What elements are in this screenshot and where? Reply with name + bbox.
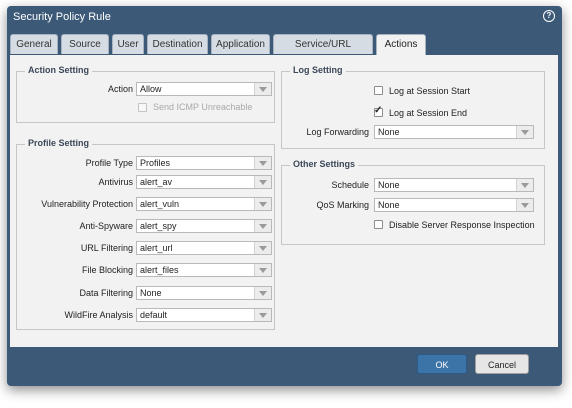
anti-spyware-select[interactable]: alert_spy [136, 219, 272, 233]
profile-type-select[interactable]: Profiles [136, 156, 272, 170]
qos-marking-label: QoS Marking [316, 200, 369, 210]
file-blocking-value: alert_files [140, 265, 179, 275]
schedule-select[interactable]: None [374, 178, 534, 192]
url-filtering-select[interactable]: alert_url [136, 241, 272, 255]
chevron-down-icon[interactable] [254, 83, 271, 95]
qos-marking-select[interactable]: None [374, 198, 534, 212]
log-session-end-label: Log at Session End [389, 108, 468, 118]
checkmark-icon: ✓ [374, 105, 383, 116]
chevron-down-icon[interactable] [254, 309, 271, 321]
log-session-end-checkbox[interactable]: ✓ [374, 105, 383, 117]
chevron-down-icon[interactable] [516, 199, 533, 211]
log-forwarding-label: Log Forwarding [306, 127, 369, 137]
tab-service-url-category[interactable]: Service/URL Category [273, 34, 373, 70]
qos-marking-value: None [378, 200, 400, 210]
antivirus-label: Antivirus [98, 177, 133, 187]
data-filtering-value: None [140, 288, 162, 298]
tab-general[interactable]: General [10, 34, 58, 54]
action-select[interactable]: Allow [136, 82, 272, 96]
antivirus-select[interactable]: alert_av [136, 175, 272, 189]
file-blocking-select[interactable]: alert_files [136, 263, 272, 277]
dialog-titlebar: Security Policy Rule ? [7, 6, 562, 30]
log-forwarding-select[interactable]: None [374, 125, 534, 139]
chevron-down-icon[interactable] [254, 198, 271, 210]
disable-server-response-inspection-label: Disable Server Response Inspection [389, 220, 535, 230]
chevron-down-icon[interactable] [254, 264, 271, 276]
chevron-down-icon[interactable] [254, 176, 271, 188]
chevron-down-icon[interactable] [516, 179, 533, 191]
chevron-down-icon[interactable] [254, 287, 271, 299]
disable-server-response-inspection-checkbox[interactable] [374, 220, 383, 229]
profile-type-value: Profiles [140, 158, 171, 168]
actions-panel: Action Setting Action Allow Send ICMP Un… [10, 55, 558, 347]
wildfire-analysis-value: default [140, 310, 168, 320]
cancel-button[interactable]: Cancel [475, 354, 529, 374]
wildfire-analysis-select[interactable]: default [136, 308, 272, 322]
url-filtering-value: alert_url [140, 243, 173, 253]
ok-button[interactable]: OK [417, 354, 467, 374]
chevron-down-icon[interactable] [254, 220, 271, 232]
other-settings-legend: Other Settings [290, 159, 359, 169]
action-value: Allow [140, 84, 162, 94]
chevron-down-icon[interactable] [254, 157, 271, 169]
tab-actions[interactable]: Actions [376, 34, 426, 56]
chevron-down-icon[interactable] [254, 242, 271, 254]
schedule-label: Schedule [331, 180, 369, 190]
wildfire-analysis-label: WildFire Analysis [64, 310, 133, 320]
log-session-start-label: Log at Session Start [389, 86, 471, 96]
log-forwarding-value: None [378, 127, 400, 137]
profile-setting-group: Profile Setting Profile Type Profiles An… [16, 138, 275, 330]
tab-source[interactable]: Source [61, 34, 109, 54]
dialog-title: Security Policy Rule [13, 11, 111, 23]
vulnerability-protection-label: Vulnerability Protection [41, 199, 133, 209]
action-setting-legend: Action Setting [25, 65, 92, 75]
log-setting-legend: Log Setting [290, 65, 346, 75]
anti-spyware-value: alert_spy [140, 221, 177, 231]
profile-setting-legend: Profile Setting [25, 138, 93, 148]
tab-user[interactable]: User [112, 34, 144, 54]
tab-destination[interactable]: Destination [147, 34, 208, 54]
url-filtering-label: URL Filtering [80, 243, 133, 253]
data-filtering-select[interactable]: None [136, 286, 272, 300]
log-setting-group: Log Setting Log at Session Start ✓ Log a… [281, 65, 545, 149]
antivirus-value: alert_av [140, 177, 173, 187]
chevron-down-icon[interactable] [516, 126, 533, 138]
vulnerability-protection-value: alert_vuln [140, 199, 180, 209]
help-icon[interactable]: ? [543, 10, 555, 22]
send-icmp-label: Send ICMP Unreachable [153, 102, 253, 112]
send-icmp-checkbox[interactable] [138, 103, 147, 112]
other-settings-group: Other Settings Schedule None QoS Marking… [281, 159, 545, 245]
vulnerability-protection-select[interactable]: alert_vuln [136, 197, 272, 211]
tab-application[interactable]: Application [211, 34, 270, 54]
profile-type-label: Profile Type [85, 158, 133, 168]
log-session-start-checkbox[interactable] [374, 86, 383, 95]
data-filtering-label: Data Filtering [79, 288, 133, 298]
security-policy-rule-dialog: Security Policy Rule ? General Source Us… [7, 6, 562, 386]
schedule-value: None [378, 180, 400, 190]
action-setting-group: Action Setting Action Allow Send ICMP Un… [16, 65, 275, 123]
action-label: Action [107, 84, 133, 94]
anti-spyware-label: Anti-Spyware [79, 221, 133, 231]
file-blocking-label: File Blocking [81, 265, 133, 275]
